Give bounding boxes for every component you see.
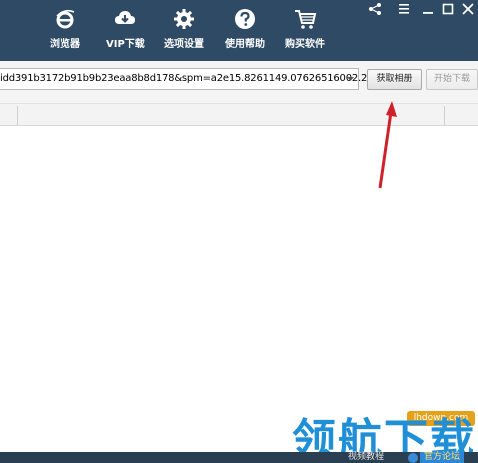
toolbar-help-label: 使用帮助 <box>225 39 265 50</box>
video-tutorial-link[interactable]: 视频教程 <box>348 452 384 463</box>
cart-icon <box>295 10 317 29</box>
cloud-download-icon <box>115 11 136 24</box>
browser-e-icon <box>56 9 75 29</box>
status-bar: 视频教程 官方论坛 <box>0 452 478 463</box>
toolbar-settings[interactable]: 选项设置 <box>164 8 204 54</box>
toolbar-settings-label: 选项设置 <box>164 39 204 50</box>
toolbar-vip-download[interactable]: VIP下载 <box>106 8 145 54</box>
minimize-icon[interactable] <box>421 3 435 15</box>
chevron-down-icon[interactable] <box>346 75 355 83</box>
toolbar-vip-download-label: VIP下载 <box>106 39 145 50</box>
maximize-icon[interactable] <box>441 3 455 15</box>
start-download-button[interactable]: 开始下载 <box>426 69 478 90</box>
help-icon <box>235 9 255 29</box>
ie-icon <box>408 453 418 463</box>
album-url-text[interactable]: idd391b3172b91b9b23eaa8b8d178&spm=a2e15.… <box>0 73 367 84</box>
share-icon[interactable] <box>368 3 382 15</box>
toolbar-help[interactable]: 使用帮助 <box>225 8 265 54</box>
fetch-album-button[interactable]: 获取相册 <box>367 69 422 90</box>
menu-icon[interactable] <box>397 3 411 15</box>
toolbar-browser-label: 浏览器 <box>50 39 80 50</box>
album-url-combobox[interactable]: idd391b3172b91b9b23eaa8b8d178&spm=a2e15.… <box>0 68 367 90</box>
gear-icon <box>174 9 194 29</box>
url-row: idd391b3172b91b9b23eaa8b8d178&spm=a2e15.… <box>0 61 478 103</box>
app-window: 浏览器 VIP下载 选项设置 使用帮助 购买软件 idd391b3172b91b… <box>0 0 478 463</box>
toolbar-buy[interactable]: 购买软件 <box>285 8 325 54</box>
main-toolbar: 浏览器 VIP下载 选项设置 使用帮助 购买软件 <box>0 0 478 61</box>
toolbar-buy-label: 购买软件 <box>285 39 325 50</box>
column-divider[interactable] <box>444 106 445 125</box>
list-header <box>0 103 478 126</box>
forum-link[interactable]: 官方论坛 <box>420 452 465 463</box>
toolbar-browser[interactable]: 浏览器 <box>50 8 80 54</box>
close-icon[interactable] <box>461 3 475 15</box>
column-divider[interactable] <box>17 106 18 125</box>
